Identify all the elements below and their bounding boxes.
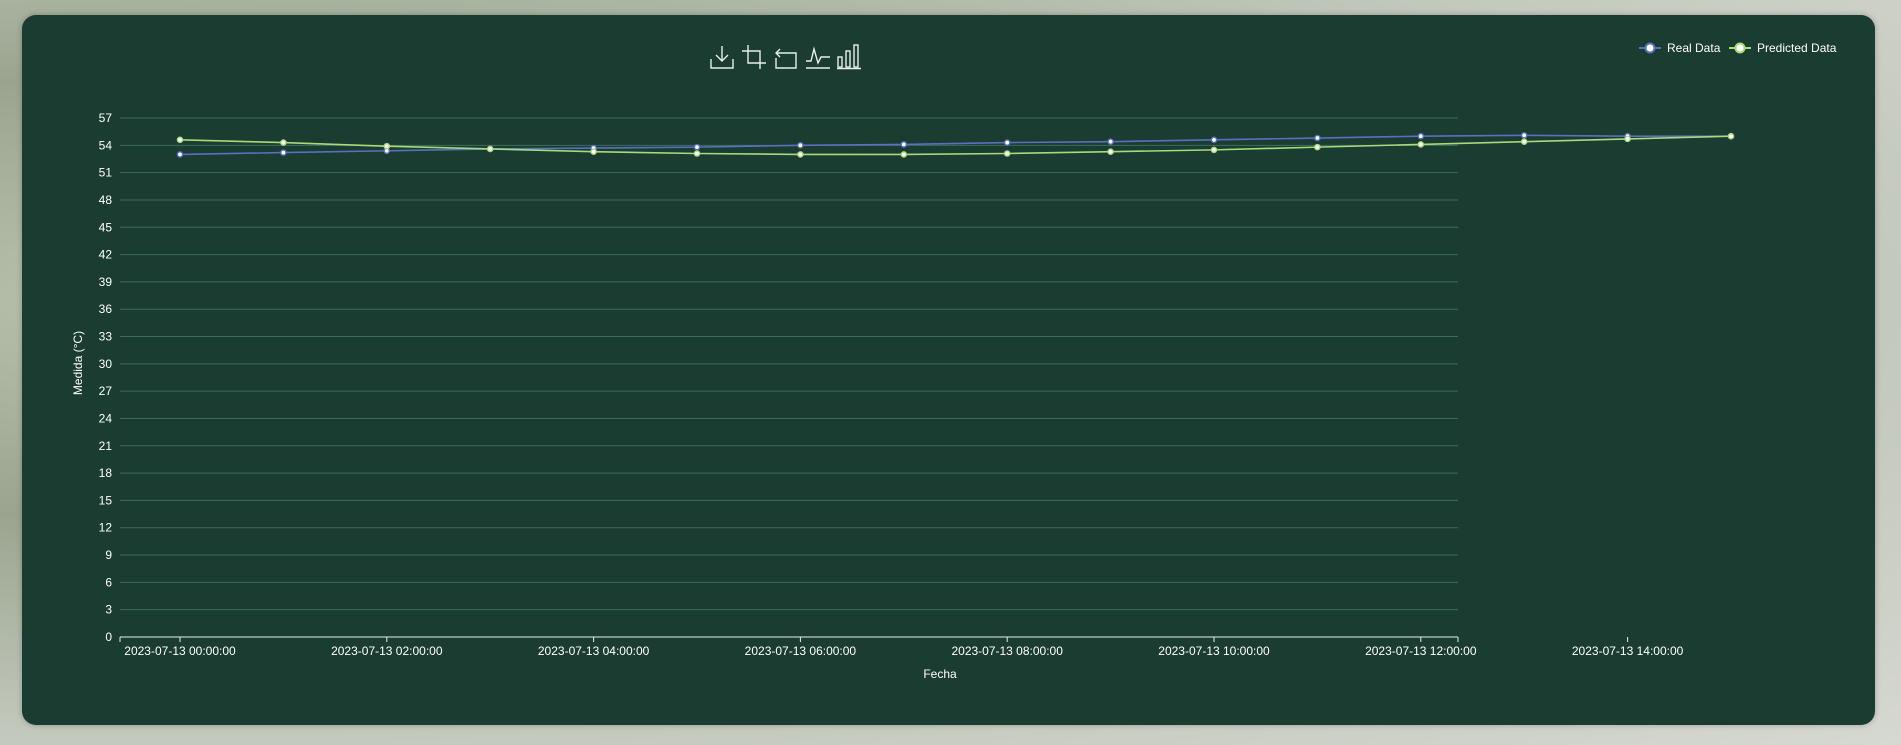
y-tick-label: 18 — [99, 466, 113, 480]
x-tick-label: 2023-07-13 06:00:00 — [745, 644, 857, 658]
y-gridlines — [120, 117, 1458, 611]
y-tick-label: 15 — [99, 493, 113, 507]
x-tick-label: 2023-07-13 14:00:00 — [1572, 644, 1684, 658]
x-tick-label: 2023-07-13 04:00:00 — [538, 644, 650, 658]
legend-item-predicted[interactable]: Predicted Data — [1729, 41, 1837, 55]
y-tick-label: 39 — [99, 275, 113, 289]
data-point-real[interactable] — [1107, 138, 1114, 145]
data-point-real[interactable] — [1210, 136, 1218, 144]
data-point-predicted[interactable] — [797, 151, 804, 158]
x-tick-label: 2023-07-13 10:00:00 — [1158, 644, 1270, 658]
data-point-predicted[interactable] — [1210, 146, 1218, 154]
line-chart-icon[interactable] — [806, 45, 830, 69]
data-point-predicted[interactable] — [1107, 148, 1114, 155]
data-point-predicted[interactable] — [1727, 132, 1735, 140]
data-point-predicted[interactable] — [280, 139, 287, 146]
y-tick-label: 9 — [105, 548, 112, 562]
y-axis-title: Medida (°C) — [71, 331, 85, 395]
data-point-predicted[interactable] — [900, 151, 908, 158]
data-point-predicted[interactable] — [383, 142, 391, 150]
data-point-real[interactable] — [797, 142, 804, 149]
zoom-reset-icon[interactable] — [774, 45, 798, 69]
x-tick-label: 2023-07-13 08:00:00 — [951, 644, 1063, 658]
y-tick-label: 0 — [105, 630, 112, 644]
zoom-select-icon[interactable] — [742, 45, 766, 69]
chart-toolbox — [710, 44, 861, 70]
legend-label-predicted: Predicted Data — [1757, 41, 1837, 55]
x-tick-label: 2023-07-13 12:00:00 — [1365, 644, 1477, 658]
y-tick-label: 12 — [99, 521, 113, 535]
line-chart: Real Data Predicted Data 036912151821242… — [71, 41, 1837, 681]
y-tick-label: 33 — [99, 330, 113, 344]
y-axis-ticks: 036912151821242730333639424548515457 — [99, 111, 113, 644]
download-icon[interactable] — [710, 45, 734, 69]
x-axis: 2023-07-13 00:00:00 2023-07-13 02:00:00 20… — [119, 636, 1684, 658]
data-point-real[interactable] — [280, 149, 287, 156]
data-point-predicted[interactable] — [693, 150, 701, 157]
chart-card: Real Data Predicted Data 0 3 6 9 12 15 18 21 24 2… — [22, 15, 1875, 725]
y-tick-label: 36 — [99, 302, 113, 316]
data-point-real[interactable] — [693, 143, 701, 151]
y-tick-label: 30 — [99, 357, 113, 371]
data-point-predicted[interactable] — [1314, 143, 1321, 151]
bar-chart-icon[interactable] — [837, 44, 861, 70]
data-point-real[interactable] — [176, 151, 184, 158]
data-point-real[interactable] — [1003, 139, 1011, 146]
data-point-predicted[interactable] — [1417, 141, 1425, 148]
y-tick-label: 24 — [99, 411, 113, 425]
y-tick-label: 21 — [99, 439, 113, 453]
data-point-real[interactable] — [900, 141, 908, 148]
legend-marker-predicted — [1734, 42, 1746, 54]
data-point-real[interactable] — [1314, 134, 1321, 142]
y-tick-label: 48 — [99, 193, 113, 207]
x-tick-label: 2023-07-13 02:00:00 — [331, 644, 443, 658]
y-tick-label: 54 — [99, 138, 113, 152]
legend-marker-real — [1644, 42, 1656, 54]
x-axis-title: Fecha — [923, 667, 957, 681]
legend-label-real: Real Data — [1667, 41, 1721, 55]
y-tick-label: 27 — [99, 384, 113, 398]
y-tick-label: 51 — [99, 166, 113, 180]
chart-legend: Real Data Predicted Data — [1639, 41, 1837, 55]
data-point-predicted[interactable] — [1520, 138, 1528, 145]
data-point-real[interactable] — [1520, 132, 1528, 139]
y-tick-label: 42 — [99, 248, 113, 262]
y-tick-label: 45 — [99, 220, 113, 234]
y-tick-label: 57 — [99, 111, 113, 125]
data-point-predicted[interactable] — [1003, 150, 1011, 157]
y-tick-label: 6 — [105, 575, 112, 589]
data-point-real[interactable] — [1417, 132, 1425, 140]
data-point-predicted[interactable] — [590, 148, 597, 155]
data-point-predicted[interactable] — [1624, 135, 1631, 143]
legend-item-real[interactable]: Real Data — [1639, 41, 1721, 55]
data-point-predicted[interactable] — [486, 145, 494, 153]
x-tick-label: 2023-07-13 00:00:00 — [124, 644, 236, 658]
data-point-predicted[interactable] — [176, 136, 184, 144]
y-tick-label: 3 — [105, 603, 112, 617]
